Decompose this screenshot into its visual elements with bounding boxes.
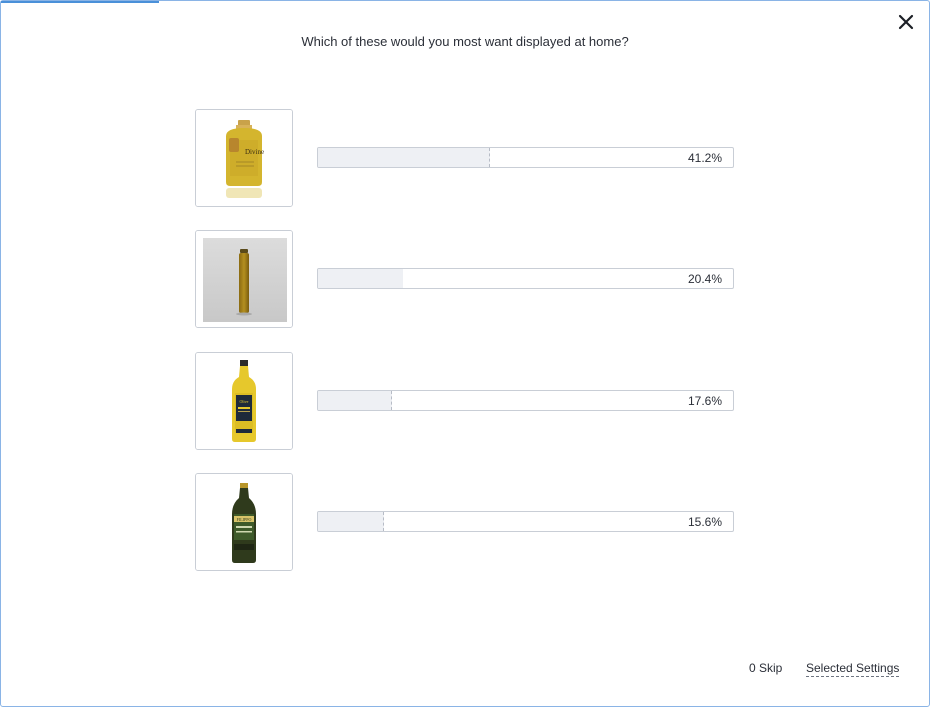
result-bar-fill <box>318 512 384 531</box>
option-row: Divine 41.2% <box>195 109 735 207</box>
svg-text:Olive: Olive <box>240 399 249 404</box>
result-percent: 41.2% <box>687 151 722 165</box>
option-row: Olive 17.6% <box>195 352 735 450</box>
dark-green-olive-oil-bottle-image: FILIPPO <box>196 474 292 570</box>
skip-button[interactable]: 0 Skip <box>749 661 782 675</box>
result-percent: 20.4% <box>687 272 722 286</box>
question-text: Which of these would you most want displ… <box>301 34 629 49</box>
close-button[interactable] <box>895 11 917 33</box>
option-image-button[interactable]: FILIPPO <box>195 473 293 571</box>
yellow-label-olive-oil-bottle-image: Olive <box>196 353 292 449</box>
option-row: FILIPPO 15.6% <box>195 473 735 571</box>
result-percent: 17.6% <box>687 394 722 408</box>
result-bar-fill <box>318 269 403 288</box>
option-row: 20.4% <box>195 230 735 328</box>
close-icon <box>898 14 914 30</box>
result-bar[interactable]: 15.6% <box>317 511 734 532</box>
progress-fill <box>1 1 159 3</box>
svg-text:Divine: Divine <box>245 148 264 156</box>
result-percent: 15.6% <box>687 515 722 529</box>
option-image-button[interactable] <box>195 230 293 328</box>
tall-slim-oil-bottle-image <box>196 231 292 327</box>
result-bar-fill <box>318 148 490 167</box>
progress-track <box>1 1 929 3</box>
option-image-button[interactable]: Olive <box>195 352 293 450</box>
svg-text:FILIPPO: FILIPPO <box>237 517 252 522</box>
result-bar[interactable]: 41.2% <box>317 147 734 168</box>
option-image-button[interactable]: Divine <box>195 109 293 207</box>
result-bar[interactable]: 17.6% <box>317 390 734 411</box>
divine-olive-oil-bottle-image: Divine <box>196 110 292 206</box>
selected-settings-link[interactable]: Selected Settings <box>806 661 900 677</box>
result-bar[interactable]: 20.4% <box>317 268 734 289</box>
result-bar-fill <box>318 391 393 410</box>
